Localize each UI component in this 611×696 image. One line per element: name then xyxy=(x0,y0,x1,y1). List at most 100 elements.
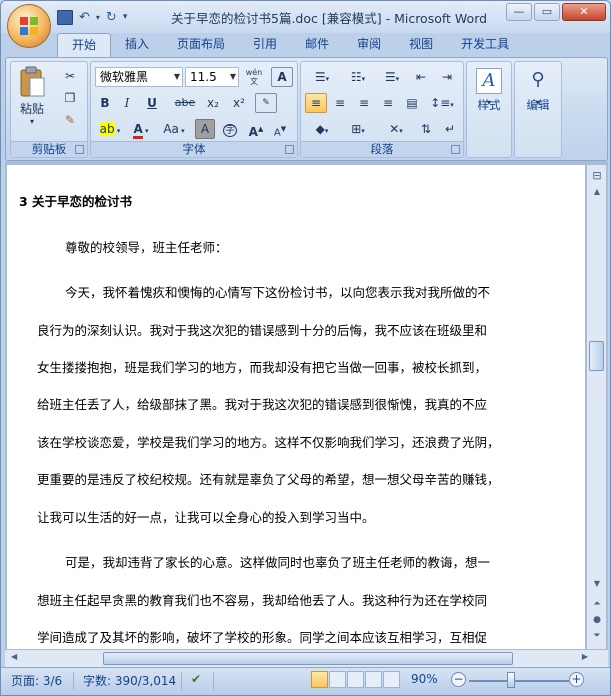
window-title: 关于早恋的检讨书5篇.doc [兼容模式] - Microsoft Word xyxy=(171,11,488,26)
increase-indent-icon[interactable]: ⇥ xyxy=(435,67,459,87)
strikethrough-button[interactable]: abe xyxy=(171,93,199,113)
page-count[interactable]: 页面: 3/6 xyxy=(11,672,62,689)
tab-developer[interactable]: 开发工具 xyxy=(447,33,523,57)
font-dialog-launcher-icon[interactable] xyxy=(285,145,294,154)
zoom-slider-thumb[interactable] xyxy=(507,672,515,688)
paste-label: 粘贴 xyxy=(19,102,44,116)
tab-mailings[interactable]: 邮件 xyxy=(291,33,343,57)
web-layout-icon[interactable] xyxy=(347,671,364,688)
clipboard-group: 粘贴 ▾ ✂ ❐ ✎ 剪贴板 xyxy=(10,61,88,158)
font-color-button[interactable]: A ▾ xyxy=(127,119,155,139)
tab-insert[interactable]: 插入 xyxy=(111,33,163,57)
doc-line: 更重要的是违反了校纪校规。还有就是辜负了父母的希望，想一想父母辛苦的赚钱， xyxy=(37,472,500,487)
editing-group-label: 编辑 xyxy=(526,98,550,112)
restore-button[interactable]: ▭ xyxy=(534,3,560,21)
next-page-icon[interactable]: ⏷ xyxy=(590,631,604,641)
italic-button[interactable]: I xyxy=(117,93,137,113)
scroll-up-icon[interactable]: ▲ xyxy=(590,187,604,196)
horizontal-scrollbar[interactable]: ◀ ▶ xyxy=(5,649,608,667)
tab-page-layout[interactable]: 页面布局 xyxy=(163,33,239,57)
copy-icon[interactable]: ❐ xyxy=(59,88,81,108)
print-layout-view-icon[interactable] xyxy=(311,671,328,688)
word-count[interactable]: 字数: 390/3,014 xyxy=(83,672,176,689)
vertical-scrollbar[interactable]: ⊟ ▲ ▼ ⏶ ● ⏷ xyxy=(586,165,606,649)
paste-button[interactable]: 粘贴 ▾ xyxy=(15,66,49,134)
doc-line: 让我可以生活的好一点，让我可以全身心的投入到学习当中。 xyxy=(37,510,375,525)
paste-arrow-icon: ▾ xyxy=(29,117,34,126)
font-size-combo[interactable]: 11.5 ▼ xyxy=(185,67,239,87)
redo-icon[interactable]: ↻ xyxy=(106,10,117,25)
customize-qat-icon[interactable]: ▾ xyxy=(123,12,128,22)
doc-line: 学间造成了及其坏的影响，破坏了学校的形象。同学之间本应该互相学习，互相促 xyxy=(37,630,488,645)
doc-line: 女生搂搂抱抱，班是我们学习的地方，而我却没有把它当做一回事，被校长抓到， xyxy=(37,360,488,375)
draft-view-icon[interactable] xyxy=(383,671,400,688)
underline-button[interactable]: U xyxy=(139,93,165,113)
font-name-combo[interactable]: 微软雅黑 ▼ xyxy=(95,67,183,87)
scroll-down-icon[interactable]: ▼ xyxy=(590,579,604,588)
doc-heading: 3 关于早恋的检讨书 xyxy=(19,194,133,209)
tab-references[interactable]: 引用 xyxy=(239,33,291,57)
tab-view[interactable]: 视图 xyxy=(395,33,447,57)
format-painter-icon[interactable]: ✎ xyxy=(59,110,81,130)
borders-icon[interactable]: ⊞▾ xyxy=(341,119,375,139)
clipboard-dialog-launcher-icon[interactable] xyxy=(75,145,84,154)
close-button[interactable]: ✕ xyxy=(562,3,606,21)
phonetic-guide-button[interactable]: wén 文 xyxy=(241,67,267,87)
vertical-scroll-thumb[interactable] xyxy=(589,341,604,371)
save-icon[interactable] xyxy=(57,9,73,25)
minimize-button[interactable]: — xyxy=(506,3,532,21)
document-page[interactable]: 3 关于早恋的检讨书 尊敬的校领导，班主任老师： 今天，我怀着愧疚和懊悔的心情写… xyxy=(7,165,585,649)
full-screen-reading-icon[interactable] xyxy=(329,671,346,688)
multilevel-list-icon[interactable]: ☰▾ xyxy=(377,67,407,87)
bold-button[interactable]: B xyxy=(95,93,115,113)
paragraph-group-label: 段落 xyxy=(301,141,463,157)
previous-page-icon[interactable]: ⏶ xyxy=(590,599,604,609)
enclose-characters-button[interactable]: 字 xyxy=(219,119,241,139)
zoom-slider[interactable] xyxy=(469,680,569,682)
decrease-indent-icon[interactable]: ⇤ xyxy=(409,67,433,87)
subscript-button[interactable]: x₂ xyxy=(201,93,225,113)
styles-icon: A xyxy=(476,68,502,94)
align-left-icon[interactable]: ≡ xyxy=(305,93,327,113)
paragraph-dialog-launcher-icon[interactable] xyxy=(451,145,460,154)
shrink-font-button[interactable]: A▼ xyxy=(269,119,291,139)
line-spacing-icon[interactable]: ↕≡▾ xyxy=(425,93,459,113)
undo-icon[interactable]: ↶ xyxy=(79,10,90,25)
dropdown-arrow-icon[interactable]: ▾ xyxy=(96,13,100,22)
outline-view-icon[interactable] xyxy=(365,671,382,688)
ruler-toggle-icon[interactable]: ⊟ xyxy=(590,169,604,182)
grow-font-button[interactable]: A▲ xyxy=(245,119,267,139)
text-highlight-button[interactable]: ab ▾ xyxy=(95,119,125,139)
highlight-label: ab xyxy=(99,122,115,136)
proofing-icon[interactable]: ✔ xyxy=(191,672,201,686)
align-right-icon[interactable]: ≡ xyxy=(353,93,375,113)
zoom-level[interactable]: 90% xyxy=(411,672,438,686)
doc-line: 可是，我却违背了家长的心意。这样做同时也辜负了班主任老师的教诲，想一 xyxy=(65,555,491,570)
doc-line: 良行为的深刻认识。我对于我这次犯的错误感到十分的后悔，我不应该在班级里和 xyxy=(37,323,488,338)
change-case-button[interactable]: Aa ▾ xyxy=(157,119,191,139)
tab-review[interactable]: 审阅 xyxy=(343,33,395,57)
shading-icon[interactable]: ◆▾ xyxy=(305,119,339,139)
chinese-layout-icon[interactable]: ✕▾ xyxy=(379,119,413,139)
font-size-arrow-icon: ▼ xyxy=(229,72,236,81)
character-border-button[interactable]: A xyxy=(271,67,293,87)
scroll-right-icon[interactable]: ▶ xyxy=(582,652,588,661)
scroll-left-icon[interactable]: ◀ xyxy=(11,652,17,661)
zoom-in-icon[interactable]: + xyxy=(569,672,584,687)
office-button[interactable] xyxy=(7,4,51,48)
sort-icon[interactable]: ⇅ xyxy=(415,119,437,139)
cut-icon[interactable]: ✂ xyxy=(59,66,81,86)
align-center-icon[interactable]: ≡ xyxy=(329,93,351,113)
tab-home[interactable]: 开始 xyxy=(57,33,112,57)
horizontal-scroll-thumb[interactable] xyxy=(103,652,513,665)
show-marks-icon[interactable]: ↵ xyxy=(439,119,461,139)
character-shading-button[interactable]: A xyxy=(195,119,215,139)
numbering-icon[interactable]: ☷▾ xyxy=(341,67,375,87)
justify-icon[interactable]: ≡ xyxy=(377,93,399,113)
zoom-out-icon[interactable]: − xyxy=(451,672,466,687)
select-browse-object-icon[interactable]: ● xyxy=(590,615,604,625)
superscript-button[interactable]: x² xyxy=(227,93,251,113)
distributed-icon[interactable]: ▤ xyxy=(401,93,423,113)
bullets-icon[interactable]: ☰▾ xyxy=(305,67,339,87)
clear-formatting-icon[interactable]: ✎ xyxy=(255,93,277,113)
